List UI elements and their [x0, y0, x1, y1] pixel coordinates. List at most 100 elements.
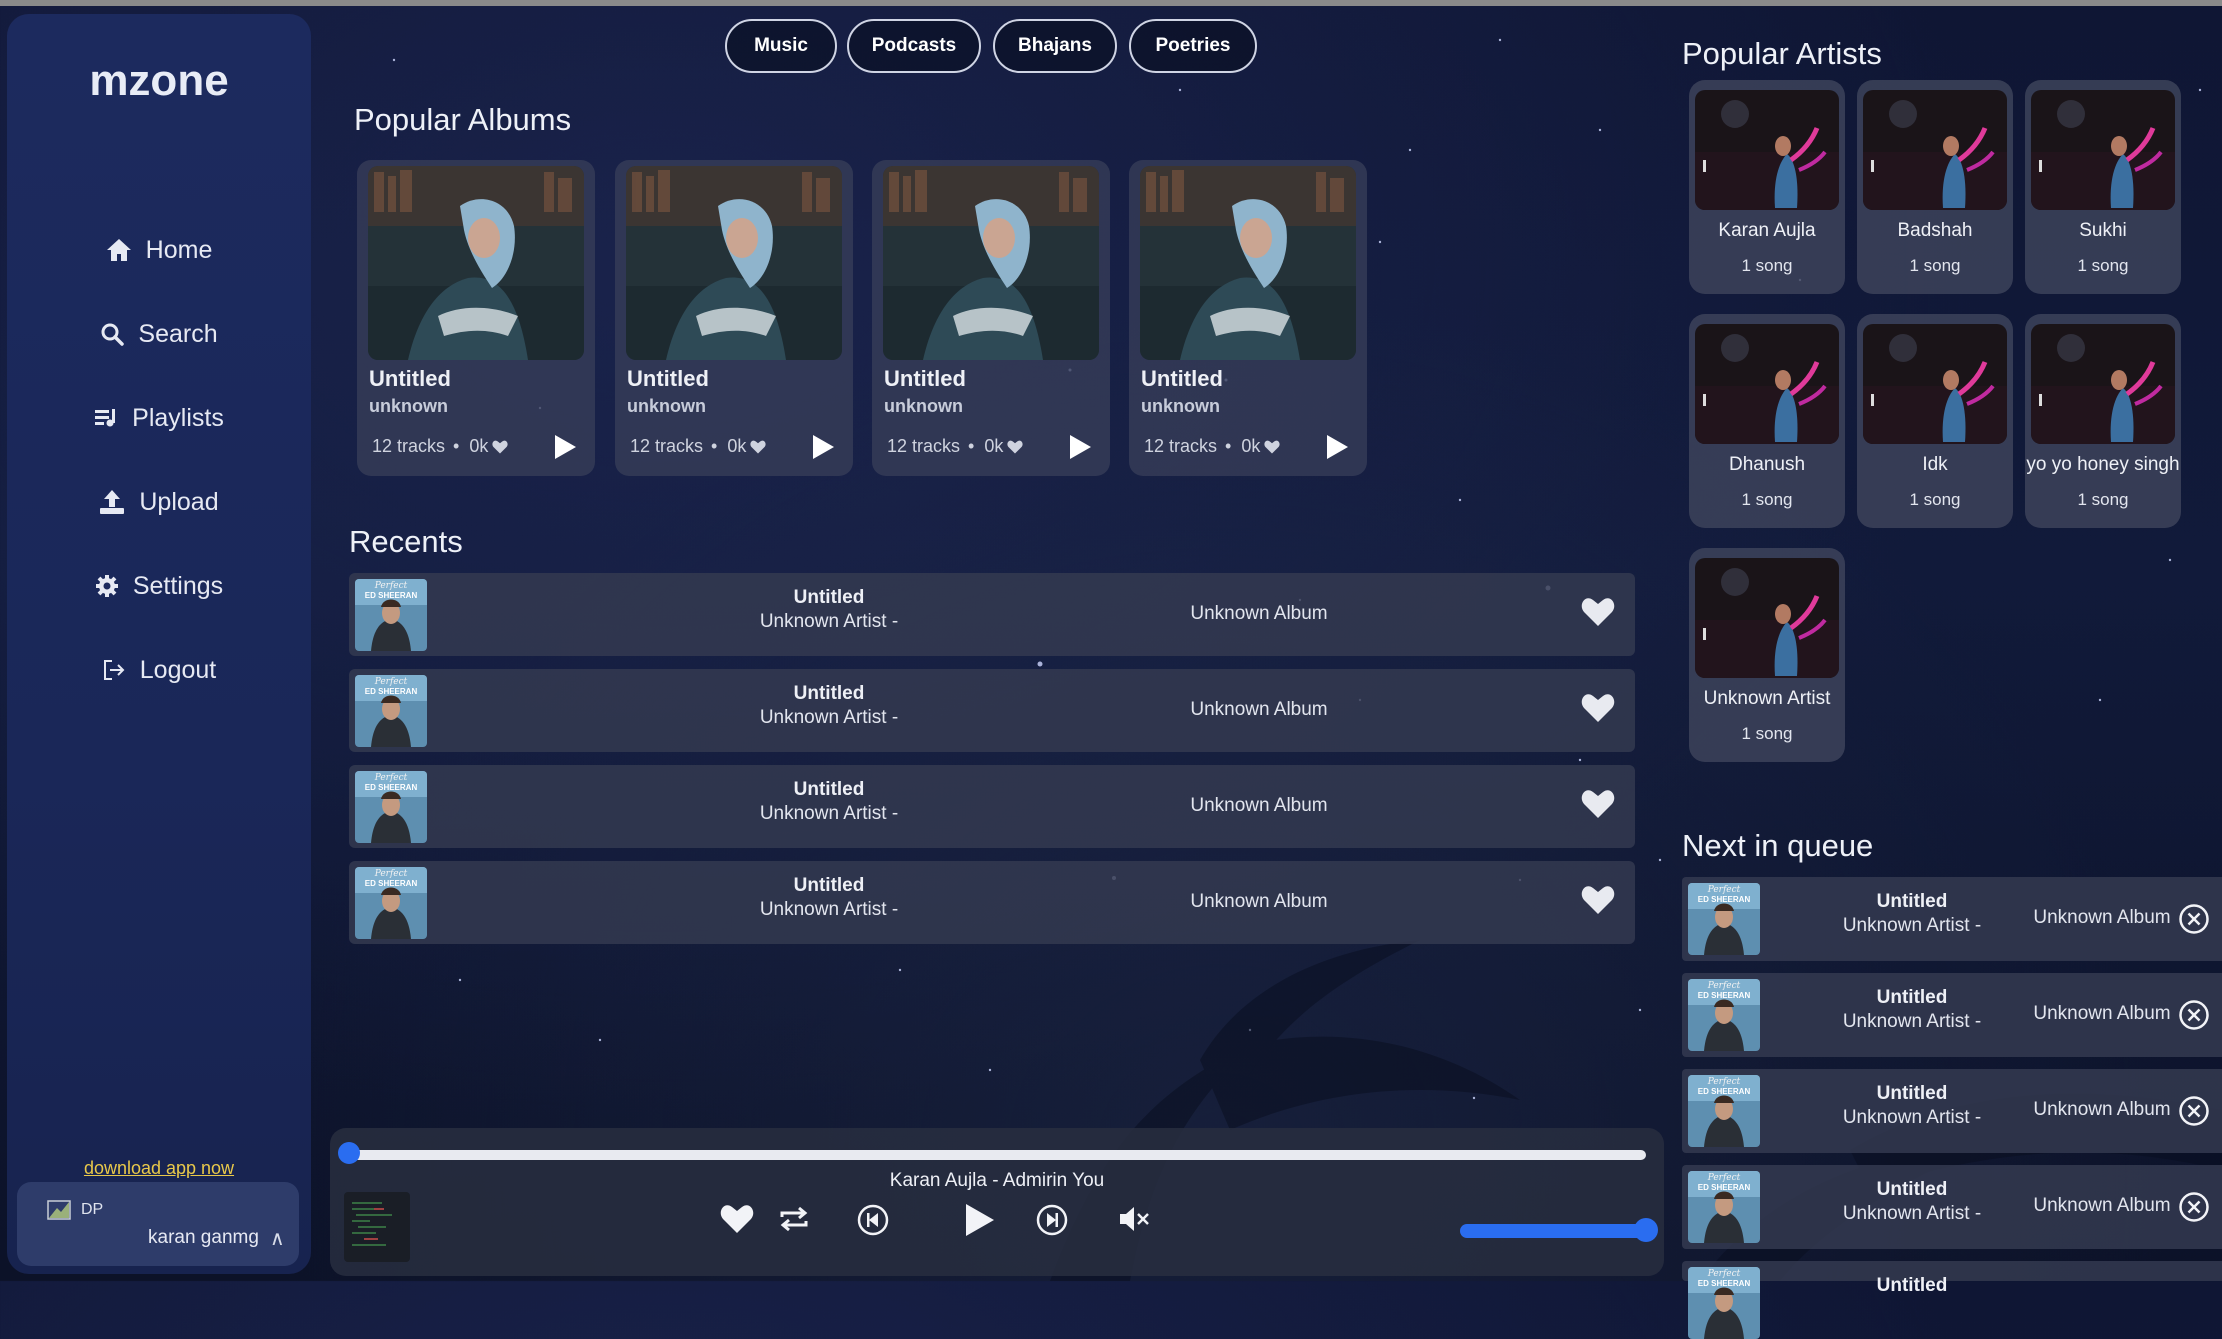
album-track-count: 12 tracks — [372, 436, 446, 456]
svg-text:ED SHEERAN: ED SHEERAN — [1698, 1183, 1751, 1192]
heart-icon — [1264, 440, 1280, 454]
artist-card[interactable]: Idk 1 song — [1857, 314, 2013, 528]
sidebar-item-search[interactable]: Search — [7, 309, 311, 359]
separator-dot: • — [1225, 436, 1232, 456]
volume-handle[interactable] — [1634, 1218, 1658, 1242]
album-card[interactable]: Untitled unknown 12 tracks • 0k — [1129, 160, 1367, 476]
album-meta: 12 tracks • 0k — [887, 436, 1023, 457]
recent-track-row[interactable]: Perfect ED SHEERAN Untitled Unknown Artist … — [349, 861, 1635, 944]
heart-icon[interactable] — [1581, 885, 1615, 915]
artist-card[interactable]: Dhanush 1 song — [1689, 314, 1845, 528]
popular-albums-title: Popular Albums — [354, 102, 572, 137]
heart-icon[interactable] — [1581, 693, 1615, 723]
album-cover — [1140, 166, 1356, 360]
track-title: Untitled — [1876, 1275, 1948, 1296]
download-app-link[interactable]: download app now — [7, 1158, 311, 1179]
artist-song-count: 1 song — [1909, 256, 1961, 275]
gear-icon — [95, 575, 118, 597]
album-artist: unknown — [1141, 396, 1220, 416]
queue-track-row[interactable]: Perfect ED SHEERAN Untitled Unknown Artist … — [1682, 973, 2222, 1057]
album-artist: unknown — [369, 396, 448, 416]
heart-icon[interactable] — [1581, 597, 1615, 627]
artist-name: Badshah — [1897, 220, 1973, 241]
track-cover: Perfect ED SHEERAN — [1688, 979, 1760, 1051]
sidebar-item-playlists[interactable]: Playlists — [7, 393, 311, 443]
sidebar-item-logout[interactable]: Logout — [7, 645, 311, 695]
album-likes: 0k — [727, 436, 747, 456]
queue-track-row[interactable]: Perfect ED SHEERAN Untitled Unknown Artist … — [1682, 1165, 2222, 1249]
artist-card[interactable]: Sukhi 1 song — [2025, 80, 2181, 294]
svg-text:ED SHEERAN: ED SHEERAN — [365, 687, 418, 696]
repeat-icon[interactable] — [777, 1204, 811, 1234]
recent-track-row[interactable]: Perfect ED SHEERAN Untitled Unknown Artist … — [349, 765, 1635, 848]
artist-image — [1695, 558, 1839, 678]
play-icon[interactable] — [1325, 434, 1349, 460]
sidebar-item-home[interactable]: Home — [7, 225, 311, 275]
play-icon[interactable] — [962, 1202, 996, 1238]
seek-bar[interactable] — [350, 1150, 1646, 1160]
sidebar-item-label: Upload — [139, 487, 219, 516]
track-album: Unknown Album — [2033, 907, 2171, 928]
svg-text:Perfect: Perfect — [1707, 1269, 1741, 1279]
track-cover: Perfect ED SHEERAN — [355, 867, 427, 939]
tab-music[interactable]: Music — [725, 19, 837, 73]
previous-icon[interactable] — [857, 1204, 889, 1236]
artist-card[interactable]: Badshah 1 song — [1857, 80, 2013, 294]
queue-track-row[interactable]: Perfect ED SHEERAN Untitled Unknown Artist … — [1682, 1069, 2222, 1153]
remove-from-queue-icon[interactable] — [2178, 1191, 2210, 1223]
album-track-count: 12 tracks — [630, 436, 704, 456]
user-card[interactable]: DP karan ganmg ∧ — [17, 1182, 299, 1266]
seek-handle[interactable] — [338, 1142, 360, 1164]
play-icon[interactable] — [1068, 434, 1092, 460]
queue-track-row[interactable]: Perfect ED SHEERAN Untitled — [1682, 1261, 2222, 1339]
svg-text:Perfect: Perfect — [374, 869, 408, 879]
user-name: karan ganmg — [148, 1227, 259, 1248]
remove-from-queue-icon[interactable] — [2178, 903, 2210, 935]
track-album: Unknown Album — [2033, 1195, 2171, 1216]
tab-podcasts[interactable]: Podcasts — [847, 19, 981, 73]
remove-from-queue-icon[interactable] — [2178, 1095, 2210, 1127]
recent-track-row[interactable]: Perfect ED SHEERAN Untitled Unknown Artist … — [349, 669, 1635, 752]
heart-icon[interactable] — [720, 1204, 754, 1234]
album-title: Untitled — [884, 366, 966, 391]
track-artist: Unknown Artist - — [759, 707, 899, 728]
volume-slider[interactable] — [1460, 1224, 1644, 1238]
artist-card[interactable]: Unknown Artist 1 song — [1689, 548, 1845, 762]
sidebar-item-label: Search — [138, 319, 218, 348]
svg-text:Perfect: Perfect — [374, 581, 408, 591]
album-cover — [883, 166, 1099, 360]
track-album: Unknown Album — [1190, 603, 1328, 624]
next-icon[interactable] — [1036, 1204, 1068, 1236]
tab-poetries[interactable]: Poetries — [1129, 19, 1257, 73]
app-logo[interactable]: mzone — [7, 56, 311, 106]
artist-name: Idk — [1922, 454, 1948, 475]
album-meta: 12 tracks • 0k — [1144, 436, 1280, 457]
sidebar-item-upload[interactable]: Upload — [7, 477, 311, 527]
sidebar-item-settings[interactable]: Settings — [7, 561, 311, 611]
heart-icon — [1007, 440, 1023, 454]
player-bar: Karan Aujla - Admirin You — [330, 1128, 1664, 1276]
album-card[interactable]: Untitled unknown 12 tracks • 0k — [872, 160, 1110, 476]
mute-icon[interactable] — [1118, 1204, 1150, 1234]
artist-card[interactable]: yo yo honey singh 1 song — [2025, 314, 2181, 528]
artist-card[interactable]: Karan Aujla 1 song — [1689, 80, 1845, 294]
chevron-up-icon[interactable]: ∧ — [270, 1226, 285, 1251]
album-card[interactable]: Untitled unknown 12 tracks • 0k — [357, 160, 595, 476]
heart-icon[interactable] — [1581, 789, 1615, 819]
artist-song-count: 1 song — [1741, 724, 1793, 743]
play-icon[interactable] — [811, 434, 835, 460]
track-title: Untitled — [1876, 987, 1948, 1008]
track-cover: Perfect ED SHEERAN — [1688, 1267, 1760, 1339]
play-icon[interactable] — [553, 434, 577, 460]
track-artist: Unknown Artist - — [759, 611, 899, 632]
album-track-count: 12 tracks — [887, 436, 961, 456]
svg-text:Perfect: Perfect — [374, 677, 408, 687]
recent-track-row[interactable]: Perfect ED SHEERAN Untitled Unknown Artist … — [349, 573, 1635, 656]
remove-from-queue-icon[interactable] — [2178, 999, 2210, 1031]
now-playing-artwork — [344, 1192, 410, 1262]
album-card[interactable]: Untitled unknown 12 tracks • 0k — [615, 160, 853, 476]
track-title: Untitled — [793, 683, 865, 704]
svg-text:ED SHEERAN: ED SHEERAN — [365, 591, 418, 600]
queue-track-row[interactable]: Perfect ED SHEERAN Untitled Unknown Artist … — [1682, 877, 2222, 961]
tab-bhajans[interactable]: Bhajans — [993, 19, 1117, 73]
